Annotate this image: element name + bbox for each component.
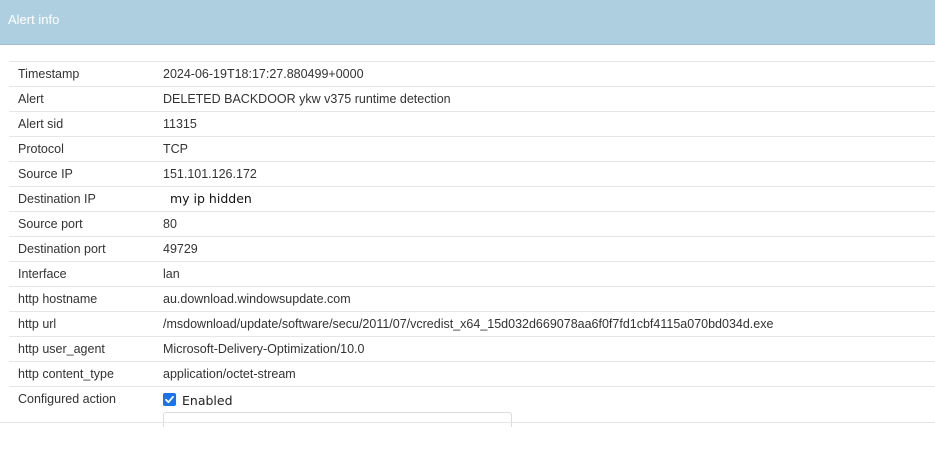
row-alert: Alert DELETED BACKDOOR ykw v375 runtime … — [9, 87, 935, 112]
row-key: Destination IP — [18, 192, 96, 206]
row-alert-sid: Alert sid 11315 — [9, 112, 935, 137]
row-value: lan — [163, 267, 180, 281]
checkmark-icon — [165, 395, 174, 404]
enabled-label[interactable]: Enabled — [182, 393, 233, 408]
row-key: http hostname — [18, 292, 98, 306]
row-key: http user_agent — [18, 342, 105, 356]
row-key: Configured action — [18, 392, 116, 406]
row-destination-port: Destination port 49729 — [9, 237, 935, 262]
row-key: Interface — [18, 267, 67, 281]
row-destination-ip: Destination IP my ip hidden — [9, 187, 935, 212]
row-value: 11315 — [163, 117, 197, 131]
row-key: http url — [18, 317, 57, 331]
row-value: 80 — [163, 217, 177, 231]
row-key: Alert sid — [18, 117, 64, 131]
row-value: 151.101.126.172 — [163, 167, 257, 181]
row-key: http content_type — [18, 367, 114, 381]
divider — [0, 422, 935, 423]
row-value: my ip hidden — [170, 191, 252, 206]
alert-info-header: Alert info — [0, 0, 935, 45]
row-value: application/octet-stream — [163, 367, 296, 381]
alert-info-title: Alert info — [8, 12, 60, 27]
row-key: Protocol — [18, 142, 64, 156]
row-value: DELETED BACKDOOR ykw v375 runtime detect… — [163, 92, 451, 106]
alert-info-table: Timestamp 2024-06-19T18:17:27.880499+000… — [9, 61, 935, 427]
row-interface: Interface lan — [9, 262, 935, 287]
row-key: Timestamp — [18, 67, 80, 81]
row-value: Microsoft-Delivery-Optimization/10.0 — [163, 342, 365, 356]
row-protocol: Protocol TCP — [9, 137, 935, 162]
row-key: Source IP — [18, 167, 73, 181]
row-timestamp: Timestamp 2024-06-19T18:17:27.880499+000… — [9, 62, 935, 87]
row-http-content-type: http content_type application/octet-stre… — [9, 362, 935, 387]
row-http-url: http url /msdownload/update/software/sec… — [9, 312, 935, 337]
row-source-port: Source port 80 — [9, 212, 935, 237]
enabled-checkbox[interactable] — [163, 393, 176, 406]
row-value: 2024-06-19T18:17:27.880499+0000 — [163, 67, 364, 81]
row-value: 49729 — [163, 242, 198, 256]
row-http-user-agent: http user_agent Microsoft-Delivery-Optim… — [9, 337, 935, 362]
row-value: /msdownload/update/software/secu/2011/07… — [163, 317, 774, 331]
row-key: Destination port — [18, 242, 106, 256]
row-source-ip: Source IP 151.101.126.172 — [9, 162, 935, 187]
row-key: Source port — [18, 217, 83, 231]
action-select[interactable] — [163, 412, 512, 427]
row-http-hostname: http hostname au.download.windowsupdate.… — [9, 287, 935, 312]
row-configured-action: Configured action Enabled — [9, 387, 935, 427]
row-key: Alert — [18, 92, 44, 106]
row-value: au.download.windowsupdate.com — [163, 292, 351, 306]
row-value: TCP — [163, 142, 188, 156]
